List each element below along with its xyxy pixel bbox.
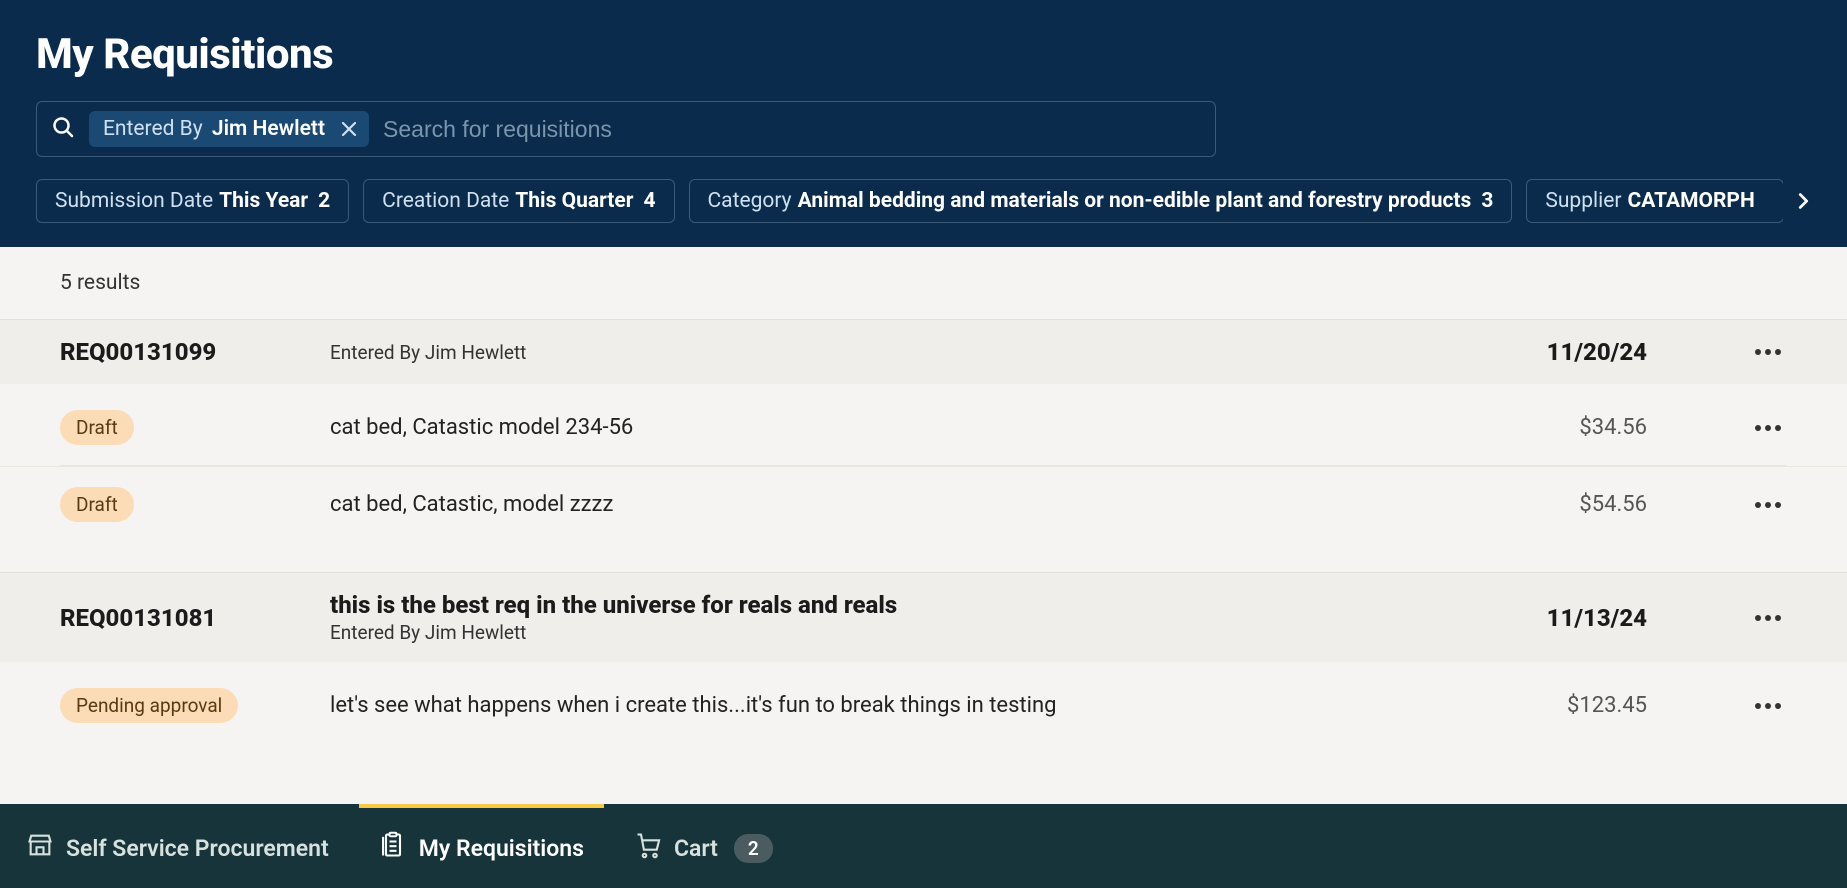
facet-creation-date[interactable]: Creation Date This Quarter 4 [363, 179, 674, 223]
requisition-header-row[interactable]: REQ00131081 this is the best req in the … [0, 573, 1847, 662]
bottom-nav: Self Service Procurement My Requisitions… [0, 804, 1847, 888]
storefront-icon [26, 831, 54, 865]
facet-label: Supplier [1545, 189, 1621, 213]
more-actions-button[interactable] [1749, 609, 1787, 627]
results-count: 5 results [0, 247, 1847, 319]
line-description: cat bed, Catastic, model zzzz [330, 492, 1487, 517]
requisition-id: REQ00131081 [60, 604, 330, 632]
facet-row: Submission Date This Year 2 Creation Dat… [36, 179, 1811, 223]
requisition-meta: this is the best req in the universe for… [330, 591, 1487, 644]
facet-value: This Year [219, 189, 308, 213]
page-title: My Requisitions [36, 30, 1811, 79]
status-badge: Pending approval [60, 688, 238, 723]
line-description: cat bed, Catastic model 234-56 [330, 415, 1487, 440]
facet-value: CATAMORPH [1627, 189, 1754, 213]
cart-icon [634, 831, 662, 865]
requisition-entered-by: Entered By Jim Hewlett [330, 621, 1487, 644]
search-bar[interactable]: Entered By Jim Hewlett [36, 101, 1216, 157]
facet-category[interactable]: Category Animal bedding and materials or… [689, 179, 1513, 223]
remove-filter-button[interactable] [339, 119, 359, 139]
requisition-line-row[interactable]: Pending approval let's see what happens … [0, 668, 1847, 743]
requisition-meta: Entered By Jim Hewlett [330, 341, 1487, 364]
facet-submission-date[interactable]: Submission Date This Year 2 [36, 179, 349, 223]
requisition-line-row[interactable]: Draft cat bed, Catastic model 234-56 $34… [0, 390, 1847, 465]
requisition-entered-by: Entered By Jim Hewlett [330, 341, 1487, 364]
requisition-line-row[interactable]: Draft cat bed, Catastic, model zzzz $54.… [0, 466, 1847, 542]
more-actions-button[interactable] [1749, 343, 1787, 361]
page-header: My Requisitions Entered By Jim Hewlett [0, 0, 1847, 247]
facet-count: 3 [1481, 189, 1493, 213]
requisition-header-row[interactable]: REQ00131099 Entered By Jim Hewlett 11/20… [0, 320, 1847, 384]
line-description: let's see what happens when i create thi… [330, 693, 1487, 718]
filter-chip-label: Entered By [103, 117, 203, 141]
facet-value: This Quarter [515, 189, 633, 213]
facet-scroll-right-button[interactable] [1783, 181, 1811, 221]
more-actions-button[interactable] [1749, 697, 1787, 715]
nav-label: Self Service Procurement [66, 835, 329, 862]
clipboard-icon [379, 831, 407, 865]
nav-my-requisitions[interactable]: My Requisitions [359, 804, 604, 888]
requisition-title: this is the best req in the universe for… [330, 591, 1487, 619]
more-actions-button[interactable] [1749, 419, 1787, 437]
facet-supplier[interactable]: Supplier CATAMORPH [1526, 179, 1783, 223]
results-area: 5 results REQ00131099 Entered By Jim Hew… [0, 247, 1847, 753]
requisition-date: 11/20/24 [1487, 338, 1647, 366]
facet-count: 2 [318, 189, 330, 213]
requisition-group: REQ00131099 Entered By Jim Hewlett 11/20… [0, 319, 1847, 572]
facet-label: Category [708, 189, 792, 213]
active-filter-chip[interactable]: Entered By Jim Hewlett [89, 111, 369, 147]
filter-chip-value: Jim Hewlett [212, 117, 325, 141]
status-badge: Draft [60, 410, 134, 445]
facet-label: Creation Date [382, 189, 509, 213]
requisition-date: 11/13/24 [1487, 604, 1647, 632]
cart-count-badge: 2 [734, 834, 773, 863]
line-amount: $34.56 [1487, 415, 1647, 440]
nav-label: Cart [674, 835, 718, 862]
requisition-id: REQ00131099 [60, 338, 330, 366]
facet-count: 4 [643, 189, 655, 213]
search-input[interactable] [383, 116, 1201, 143]
nav-label: My Requisitions [419, 835, 584, 862]
search-icon [51, 115, 75, 143]
more-actions-button[interactable] [1749, 496, 1787, 514]
status-badge: Draft [60, 487, 134, 522]
line-amount: $54.56 [1487, 492, 1647, 517]
line-amount: $123.45 [1487, 693, 1647, 718]
nav-self-service-procurement[interactable]: Self Service Procurement [6, 804, 349, 888]
nav-cart[interactable]: Cart 2 [614, 804, 793, 888]
requisition-group: REQ00131081 this is the best req in the … [0, 572, 1847, 753]
facet-value: Animal bedding and materials or non-edib… [798, 189, 1472, 213]
facet-label: Submission Date [55, 189, 213, 213]
